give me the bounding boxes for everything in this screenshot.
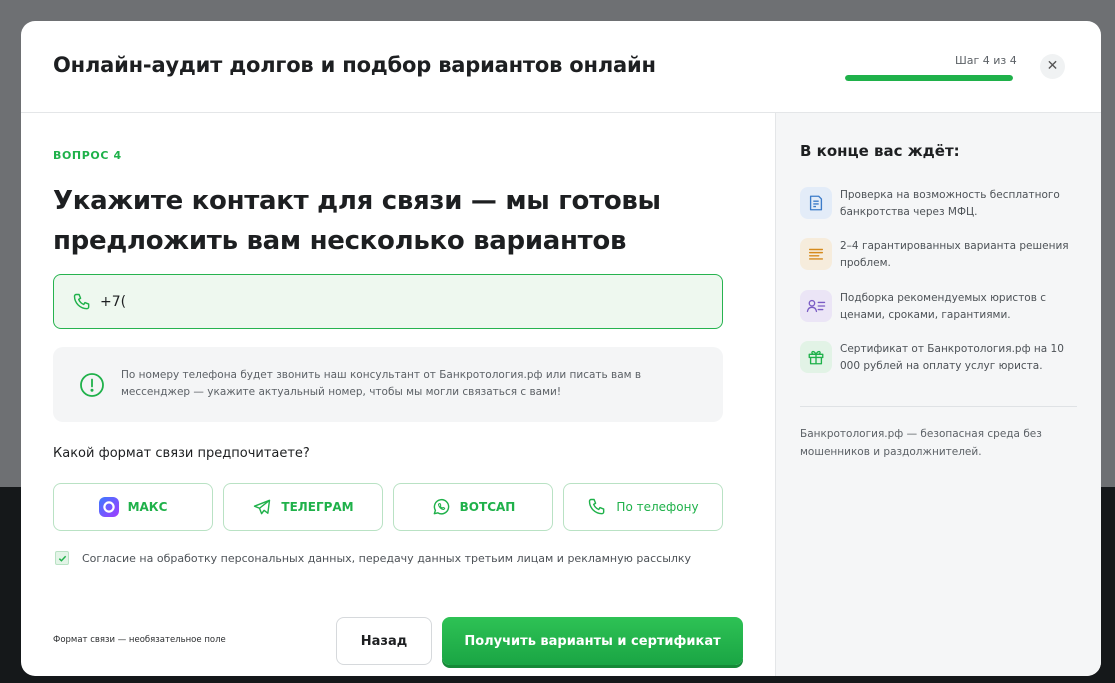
- contact-option-whatsapp[interactable]: ВОТСАП: [393, 483, 553, 531]
- back-button[interactable]: Назад: [336, 617, 432, 665]
- question-panel: ВОПРОС 4 Укажите контакт для связи — мы …: [21, 113, 775, 676]
- consent-text: Согласие на обработку персональных данны…: [82, 551, 692, 565]
- contact-option-label: ТЕЛЕГРАМ: [281, 500, 354, 514]
- contact-option-label: МАКС: [127, 500, 168, 514]
- modal-header: Онлайн-аудит долгов и подбор вариантов о…: [21, 21, 1101, 113]
- contact-option-label: ВОТСАП: [459, 500, 516, 514]
- whatsapp-icon: [433, 498, 449, 515]
- step-label: Шаг 4 из 4: [955, 54, 1017, 67]
- telegram-icon: [254, 499, 271, 515]
- phone-icon: [589, 498, 605, 515]
- benefit-text: 2–4 гарантированных варианта решения про…: [840, 240, 1069, 269]
- max-messenger-icon: [98, 497, 119, 517]
- progress-bar: [845, 75, 1013, 81]
- format-question: Какой формат связи предпочитаете?: [53, 446, 310, 461]
- contact-option-label: По телефону: [616, 500, 699, 514]
- gift-icon: [800, 341, 832, 373]
- submit-button[interactable]: Получить варианты и сертификат: [442, 617, 743, 665]
- consent-row[interactable]: Согласие на обработку персональных данны…: [55, 551, 691, 565]
- phone-icon: [73, 293, 90, 310]
- person-list-icon: [800, 290, 832, 322]
- contact-option-max[interactable]: МАКС: [53, 483, 213, 531]
- document-icon: [800, 187, 832, 219]
- close-button[interactable]: ✕: [1040, 54, 1065, 79]
- check-icon: [58, 555, 66, 562]
- benefit-text: Подборка рекомендуемых юристов с ценами,…: [840, 292, 1047, 321]
- modal-title: Онлайн-аудит долгов и подбор вариантов о…: [53, 53, 656, 77]
- info-text: По номеру телефона будет звонить наш кон…: [121, 369, 642, 398]
- exclamation-circle-icon: [80, 373, 104, 397]
- phone-input[interactable]: [100, 289, 700, 315]
- list-lines-icon: [800, 238, 832, 270]
- audit-modal: Онлайн-аудит долгов и подбор вариантов о…: [21, 21, 1101, 676]
- benefit-text: Проверка на возможность бесплатного банк…: [840, 189, 1060, 218]
- contact-option-telegram[interactable]: ТЕЛЕГРАМ: [223, 483, 383, 531]
- sidebar-divider: [800, 406, 1077, 407]
- consent-checkbox[interactable]: [55, 551, 69, 565]
- optional-note: Формат связи — необязательное поле: [53, 635, 226, 645]
- sidebar-title: В конце вас ждёт:: [800, 142, 960, 160]
- close-icon: ✕: [1046, 58, 1059, 74]
- question-title: Укажите контакт для связи — мы готовы пр…: [53, 186, 661, 256]
- sidebar-footer-text: Банкротология.рф — безопасная среда без …: [800, 428, 1042, 458]
- phone-field[interactable]: [53, 274, 723, 329]
- info-box: По номеру телефона будет звонить наш кон…: [53, 347, 723, 422]
- benefits-sidebar: В конце вас ждёт: Проверка на возможност…: [775, 113, 1101, 676]
- progress-fill: [845, 75, 1013, 81]
- benefit-text: Сертификат от Банкротология.рф на 10 000…: [840, 343, 1064, 372]
- question-number: ВОПРОС 4: [53, 149, 122, 162]
- contact-option-phone[interactable]: По телефону: [563, 483, 723, 531]
